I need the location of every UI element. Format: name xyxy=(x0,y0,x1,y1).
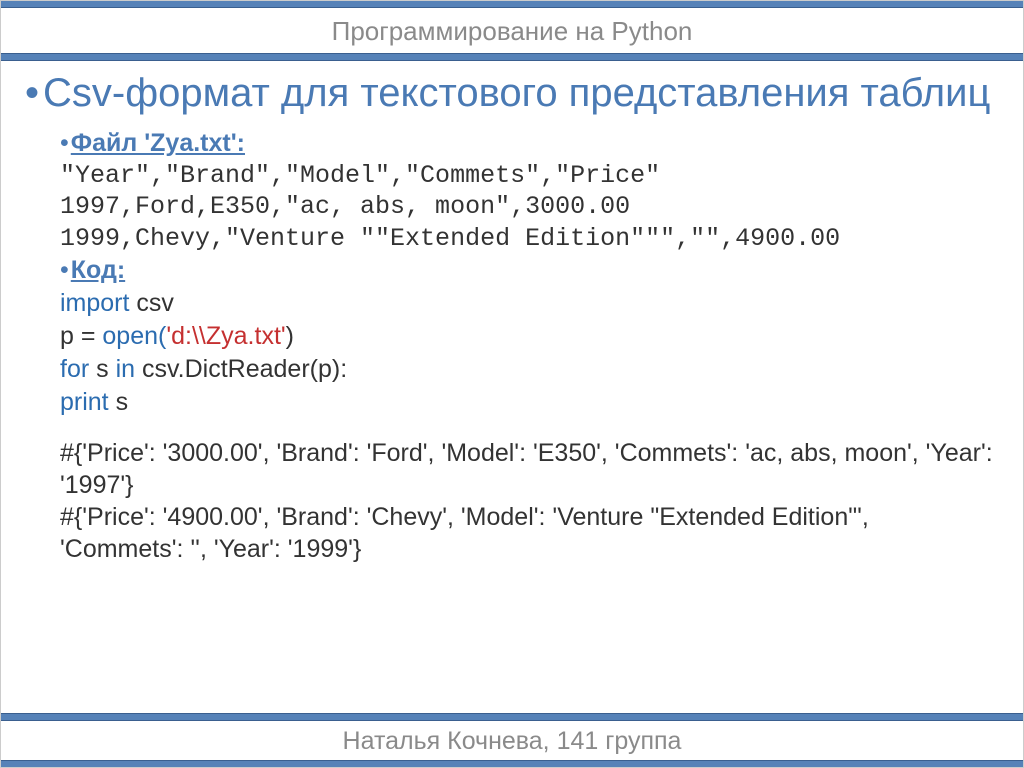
dictreader: csv.DictReader(p): xyxy=(135,355,347,383)
file-line-2: 1997,Ford,E350,"ac, abs, moon",3000.00 xyxy=(60,191,994,222)
output-line-1: #{'Price': '3000.00', 'Brand': 'Ford', '… xyxy=(60,437,994,501)
for-var: s xyxy=(89,355,115,383)
file-label-line: Файл 'Zya.txt': xyxy=(60,127,994,160)
open-arg: 'd:\\Zya.txt' xyxy=(166,322,285,350)
code-label-line: Код: xyxy=(60,254,994,287)
output-line-2: #{'Price': '4900.00', 'Brand': 'Chevy', … xyxy=(60,501,994,565)
bottom-stripe-2 xyxy=(0,760,1024,768)
file-line-1: "Year","Brand","Model","Commets","Price" xyxy=(60,160,994,191)
page-footer: Наталья Кочнева, 141 группа xyxy=(0,721,1024,760)
print-arg: s xyxy=(109,388,128,416)
slide-content: Csv-формат для текстового представления … xyxy=(0,61,1024,575)
kw-for: for xyxy=(60,355,89,383)
body-content: Файл 'Zya.txt': "Year","Brand","Model","… xyxy=(25,127,994,565)
kw-import: import xyxy=(60,289,129,317)
mod-csv: csv xyxy=(136,289,174,317)
code-open: p = open('d:\\Zya.txt') xyxy=(60,320,994,353)
title-bullet xyxy=(25,71,43,115)
code-print: print s xyxy=(60,386,994,419)
slide-title: Csv-формат для текстового представления … xyxy=(25,71,994,115)
code-bullet xyxy=(60,256,71,284)
file-label: Файл 'Zya.txt': xyxy=(71,129,245,157)
top-stripe-1 xyxy=(0,0,1024,8)
file-line-3: 1999,Chevy,"Venture ""Extended Edition""… xyxy=(60,223,994,254)
open-fn: open( xyxy=(102,322,166,350)
code-label: Код: xyxy=(71,256,125,284)
output-block: #{'Price': '3000.00', 'Brand': 'Ford', '… xyxy=(60,437,994,565)
page-header: Программирование на Python xyxy=(0,8,1024,53)
file-bullet xyxy=(60,129,71,157)
bottom-stripe-1 xyxy=(0,713,1024,721)
code-for: for s in csv.DictReader(p): xyxy=(60,353,994,386)
code-import: import csv xyxy=(60,287,994,320)
kw-in: in xyxy=(116,355,135,383)
title-text: Csv-формат для текстового представления … xyxy=(43,71,990,115)
assign: p = xyxy=(60,322,102,350)
open-close: ) xyxy=(286,322,294,350)
kw-print: print xyxy=(60,388,109,416)
top-stripe-2 xyxy=(0,53,1024,61)
